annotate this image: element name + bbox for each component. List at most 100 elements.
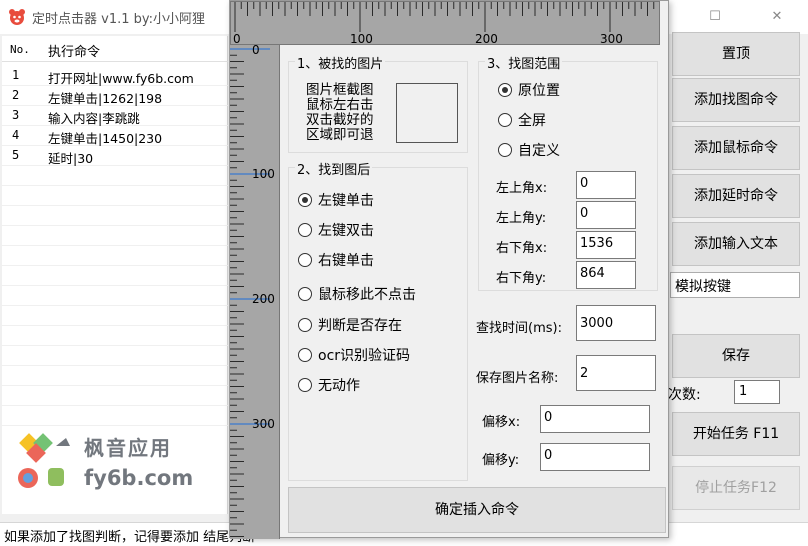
radio-left-click[interactable]	[298, 193, 312, 207]
ruler-top-label: 300	[600, 32, 623, 46]
list-row-empty[interactable]	[2, 286, 228, 306]
maximize-button[interactable]: ☐	[700, 5, 730, 29]
search-time-input[interactable]: 3000	[576, 305, 656, 341]
option-ocr-captcha[interactable]: ocr识别验证码	[318, 345, 410, 365]
radio-original-position[interactable]	[498, 83, 512, 97]
radio-ocr-captcha[interactable]	[298, 348, 312, 362]
start-task-button[interactable]: 开始任务 F11	[672, 412, 800, 456]
ruler-left-label: 0	[252, 43, 260, 57]
close-button[interactable]: ✕	[762, 5, 792, 29]
confirm-insert-button[interactable]: 确定插入命令	[288, 487, 666, 533]
option-right-click[interactable]: 右键单击	[318, 250, 374, 270]
radio-check-exists[interactable]	[298, 318, 312, 332]
row-command: 左键单击|1450|230	[48, 131, 163, 146]
option-move-no-click[interactable]: 鼠标移此不点击	[318, 284, 416, 304]
list-row-empty[interactable]	[2, 206, 228, 226]
list-row[interactable]: 4 左键单击|1450|230	[2, 126, 228, 146]
list-row-empty[interactable]	[2, 386, 228, 406]
save-image-name-input[interactable]: 2	[576, 355, 656, 391]
watermark-logo-icon	[18, 433, 70, 488]
pin-button[interactable]: 置顶	[672, 32, 800, 76]
option-full-screen[interactable]: 全屏	[518, 110, 546, 130]
status-text: 如果添加了找图判断，记得要添加 结尾判断	[4, 530, 256, 545]
option-left-double-click[interactable]: 左键双击	[318, 220, 374, 240]
row-number: 3	[12, 108, 20, 122]
save-button[interactable]: 保存	[672, 334, 800, 378]
option-original-position[interactable]: 原位置	[518, 80, 560, 100]
list-row[interactable]: 5 延时|30	[2, 146, 228, 166]
bottom-right-x-input[interactable]: 1536	[576, 231, 636, 259]
add-input-button[interactable]: 添加输入文本	[672, 222, 800, 266]
radio-move-no-click[interactable]	[298, 287, 312, 301]
list-row-empty[interactable]	[2, 166, 228, 186]
count-label: 次数:	[668, 387, 701, 403]
add-delay-button[interactable]: 添加延时命令	[672, 174, 800, 218]
list-row-empty[interactable]	[2, 246, 228, 266]
row-command: 延时|30	[48, 151, 94, 166]
bottom-right-y-label: 右下角y:	[496, 271, 547, 286]
list-row-empty[interactable]	[2, 346, 228, 366]
image-capture-box[interactable]	[396, 83, 458, 143]
row-number: 2	[12, 88, 20, 102]
offset-x-label: 偏移x:	[482, 415, 521, 430]
list-row[interactable]: 2 左键单击|1262|198	[2, 86, 228, 106]
top-left-x-label: 左上角x:	[496, 181, 548, 196]
row-number: 4	[12, 128, 20, 142]
ruler-left: 0 100 200 300	[230, 43, 280, 539]
radio-left-double-click[interactable]	[298, 223, 312, 237]
app-icon	[9, 9, 25, 25]
watermark: 枫音应用 fy6b.com	[12, 428, 212, 498]
option-left-click[interactable]: 左键单击	[318, 190, 374, 210]
list-row-empty[interactable]	[2, 366, 228, 386]
save-image-name-label: 保存图片名称:	[476, 371, 559, 386]
ruler-left-label: 100	[252, 167, 275, 181]
group-after-found-title: 2、找到图后	[295, 159, 373, 178]
ruler-left-label: 300	[252, 417, 275, 431]
watermark-title: 枫音应用	[84, 436, 172, 460]
list-row-empty[interactable]	[2, 326, 228, 346]
count-input[interactable]: 1	[734, 380, 780, 404]
ruler-top: 0 100 200 300	[230, 1, 660, 46]
list-row[interactable]: 1 打开网址|www.fy6b.com	[2, 66, 228, 86]
add-find-image-button[interactable]: 添加找图命令	[672, 78, 800, 122]
row-number: 1	[12, 68, 20, 82]
top-left-y-input[interactable]: 0	[576, 201, 636, 229]
top-left-x-input[interactable]: 0	[576, 171, 636, 199]
radio-custom[interactable]	[498, 143, 512, 157]
list-row-empty[interactable]	[2, 406, 228, 426]
column-header-no[interactable]: No.	[10, 43, 30, 56]
list-row-empty[interactable]	[2, 306, 228, 326]
row-number: 5	[12, 148, 20, 162]
list-row[interactable]: 3 输入内容|李跳跳	[2, 106, 228, 126]
ruler-top-label: 0	[233, 32, 241, 46]
list-row-empty[interactable]	[2, 266, 228, 286]
bottom-right-x-label: 右下角x:	[496, 241, 548, 256]
find-image-dialog: 0 100 200 300 0 100 200 300 1、被找的图片 图片框截…	[229, 0, 669, 539]
group-search-range-title: 3、找图范围	[485, 53, 563, 72]
list-row-empty[interactable]	[2, 186, 228, 206]
offset-y-label: 偏移y:	[482, 453, 520, 468]
option-no-action[interactable]: 无动作	[318, 375, 360, 395]
offset-y-input[interactable]: 0	[540, 443, 650, 471]
ruler-top-label: 200	[475, 32, 498, 46]
watermark-url: fy6b.com	[84, 466, 194, 490]
radio-right-click[interactable]	[298, 253, 312, 267]
add-mouse-button[interactable]: 添加鼠标命令	[672, 126, 800, 170]
option-custom[interactable]: 自定义	[518, 140, 560, 160]
row-command: 输入内容|李跳跳	[48, 111, 140, 126]
option-check-exists[interactable]: 判断是否存在	[318, 315, 402, 335]
ruler-top-label: 100	[350, 32, 373, 46]
column-header-command[interactable]: 执行命令	[48, 41, 100, 60]
list-row-empty[interactable]	[2, 226, 228, 246]
radio-full-screen[interactable]	[498, 113, 512, 127]
offset-x-input[interactable]: 0	[540, 405, 650, 433]
simulate-key-select[interactable]: 模拟按键 ⌄	[670, 272, 800, 298]
ruler-left-label: 200	[252, 292, 275, 306]
ruler-top-ticks	[234, 2, 655, 32]
row-command: 打开网址|www.fy6b.com	[48, 71, 194, 86]
chevron-down-icon: ⌄	[675, 276, 686, 290]
bottom-right-y-input[interactable]: 864	[576, 261, 636, 289]
row-command: 左键单击|1262|198	[48, 91, 163, 106]
radio-no-action[interactable]	[298, 378, 312, 392]
stop-task-button[interactable]: 停止任务F12	[672, 466, 800, 510]
